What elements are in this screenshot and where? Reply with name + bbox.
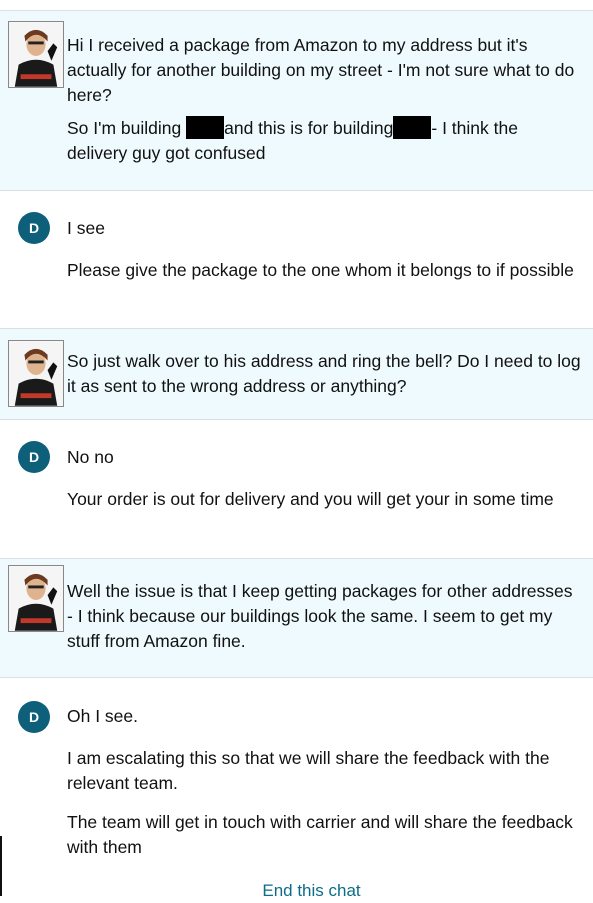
message-body: Oh I see. I am escalating this so that w… (67, 704, 582, 860)
agent-avatar-icon: D (18, 212, 50, 244)
message-text: Oh I see. (67, 706, 139, 726)
chat-message-agent: D I see Please give the package to the o… (0, 190, 593, 328)
customer-avatar-icon (8, 21, 64, 88)
message-text: Well the issue is that I keep getting pa… (67, 581, 573, 651)
message-text: I see (67, 218, 105, 238)
message-text-part: So I'm building (67, 118, 187, 138)
message-text: So just walk over to his address and rin… (67, 351, 581, 396)
customer-avatar-icon (8, 340, 64, 407)
message-text: Your order is out for delivery and you w… (67, 489, 554, 509)
chat-message-customer: Hi I received a package from Amazon to m… (0, 10, 593, 190)
chat-message-agent: D Oh I see. I am escalating this so that… (0, 677, 593, 903)
message-body: No no Your order is out for delivery and… (67, 445, 582, 512)
message-text: Hi I received a package from Amazon to m… (67, 35, 575, 105)
customer-avatar-icon (8, 565, 64, 632)
message-body: I see Please give the package to the one… (67, 216, 582, 283)
message-text: No no (67, 447, 114, 467)
agent-avatar-icon: D (18, 701, 50, 733)
message-body: Hi I received a package from Amazon to m… (67, 33, 582, 166)
message-text-part: and this is for building (224, 118, 394, 138)
message-body: So just walk over to his address and rin… (67, 349, 582, 399)
end-chat-link[interactable]: End this chat (0, 881, 593, 901)
chat-message-customer: So just walk over to his address and rin… (0, 328, 593, 419)
message-body: Well the issue is that I keep getting pa… (67, 579, 582, 654)
message-text: Please give the package to the one whom … (67, 260, 574, 280)
message-text: I am escalating this so that we will sha… (67, 748, 550, 793)
chat-message-customer: Well the issue is that I keep getting pa… (0, 558, 593, 677)
message-text: The team will get in touch with carrier … (67, 812, 573, 857)
redaction-block (393, 116, 432, 139)
message-text: So I'm building and this is for building… (67, 116, 582, 166)
chat-message-agent: D No no Your order is out for delivery a… (0, 419, 593, 558)
agent-avatar-icon: D (18, 441, 50, 473)
redaction-block (186, 116, 225, 139)
